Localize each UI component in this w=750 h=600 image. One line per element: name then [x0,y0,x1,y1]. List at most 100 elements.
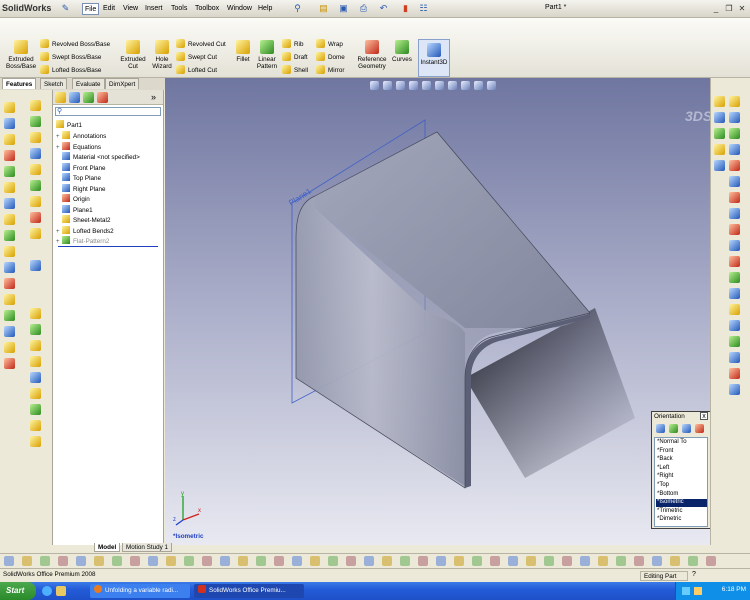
rollback-bar[interactable] [58,246,158,247]
curves-button[interactable]: Curves [390,40,414,63]
closed-corner-icon[interactable] [4,214,15,225]
orientation-item[interactable]: *Dimetric [656,516,707,524]
hole-wizard-button[interactable]: Hole Wizard [150,40,174,70]
selection-filter-icon[interactable] [490,556,500,566]
selection-filter-icon[interactable] [526,556,536,566]
selection-filter-icon[interactable] [94,556,104,566]
options-icon[interactable]: ☷ [418,3,429,14]
selection-filter-icon[interactable] [382,556,392,566]
menu-help[interactable]: Help [256,3,274,15]
chevron-right-icon[interactable]: » [151,92,156,102]
selection-filter-icon[interactable] [166,556,176,566]
selection-filter-icon[interactable] [148,556,158,566]
new-view-icon[interactable] [656,424,665,433]
orientation-item[interactable]: *Front [656,448,707,456]
selection-filter-icon[interactable] [562,556,572,566]
point-icon[interactable] [729,240,740,251]
planar-surface-icon[interactable] [30,420,41,431]
rectangle-icon[interactable] [729,144,740,155]
surface-revolve-icon[interactable] [30,324,41,335]
parting-line-icon[interactable] [30,116,41,127]
graphics-area[interactable]: 3DS Plane1 y x z *Isometric [165,78,710,545]
orientation-item[interactable]: *Left [656,465,707,473]
start-button[interactable]: Start [0,582,36,600]
selection-filter-icon[interactable] [346,556,356,566]
tree-node[interactable]: Plane1 [56,204,93,215]
selection-filter-icon[interactable] [220,556,230,566]
surface-sweep-icon[interactable] [30,340,41,351]
orientation-item[interactable]: *Isometric [656,499,707,507]
mold-tools-icon[interactable] [30,100,41,111]
dome-button[interactable]: Dome [316,52,345,64]
tree-node[interactable]: Right Plane [56,183,106,194]
radiate-surface-icon[interactable] [30,388,41,399]
undo-icon[interactable]: ↶ [378,3,389,14]
flatten-icon[interactable] [4,326,15,337]
minimize-button[interactable]: _ [710,3,722,14]
sketch-pattern-icon[interactable] [729,384,740,395]
shell-button[interactable]: Shell [282,65,308,77]
restore-button[interactable]: ❐ [723,3,735,14]
menu-file[interactable]: File [82,3,100,15]
selection-filter-icon[interactable] [238,556,248,566]
task-browser-window[interactable]: Unfolding a variable radi... [90,584,190,598]
tree-node[interactable]: + Equations [56,141,101,152]
swept-boss-button[interactable]: Swept Boss/Base [40,52,101,64]
print-icon[interactable]: ⎙ [358,3,369,14]
menu-tools[interactable]: Tools [169,3,189,15]
property-manager-tab-icon[interactable] [69,92,80,103]
draft-button[interactable]: Draft [282,52,308,64]
surface-extrude-icon[interactable] [30,308,41,319]
lofted-bend-tool-icon[interactable] [4,278,15,289]
circle-icon[interactable] [729,160,740,171]
rib-button[interactable]: Rib [282,39,303,51]
revolved-boss-button[interactable]: Revolved Boss/Base [40,39,110,51]
trim-entities-icon[interactable] [729,320,740,331]
selection-filter-icon[interactable] [454,556,464,566]
tab-dimxpert[interactable]: DimXpert [105,78,140,89]
lofted-boss-button[interactable]: Lofted Boss/Base [40,65,101,77]
selection-filter-icon[interactable] [544,556,554,566]
selection-filter-icon[interactable] [292,556,302,566]
surface-loft-icon[interactable] [30,356,41,367]
orientation-item[interactable]: *Trimetric [656,508,707,516]
configuration-manager-tab-icon[interactable] [83,92,94,103]
miter-flange-icon[interactable] [4,150,15,161]
knit-surface-icon[interactable] [30,404,41,415]
lofted-cut-button[interactable]: Lofted Cut [176,65,217,77]
feature-manager-tab-icon[interactable] [55,92,66,103]
ruled-surface-icon[interactable] [30,164,41,175]
parting-surface-icon[interactable] [30,148,41,159]
selection-filter-icon[interactable] [472,556,482,566]
mirror-entities-icon[interactable] [729,368,740,379]
selection-filter-icon[interactable] [22,556,32,566]
menu-toolbox[interactable]: Toolbox [193,3,221,15]
edge-flange-icon[interactable] [4,134,15,145]
selection-filter-icon[interactable] [598,556,608,566]
sheet-metal-tool-icon[interactable] [4,102,15,113]
tab-features[interactable]: Features [2,78,37,89]
extend-entities-icon[interactable] [729,336,740,347]
polygon-icon[interactable] [729,256,740,267]
selection-filter-icon[interactable] [4,556,14,566]
tree-node[interactable]: + Lofted Bends2 [56,225,114,236]
no-bends-icon[interactable] [4,342,15,353]
fold-icon[interactable] [4,310,15,321]
selection-filter-icon[interactable] [616,556,626,566]
tree-root-part1[interactable]: Part1 [56,120,82,130]
selection-filter-icon[interactable] [688,556,698,566]
tree-node[interactable]: Origin [56,194,90,204]
centerline-icon[interactable] [729,288,740,299]
selection-filter-icon[interactable] [256,556,266,566]
tree-node[interactable]: Material <not specified> [56,152,140,162]
selection-filter-icon[interactable] [40,556,50,566]
scale-icon[interactable] [30,212,41,223]
tree-node[interactable]: Sheet-Metal2 [56,215,110,225]
selection-filter-icon[interactable] [130,556,140,566]
orientation-close-button[interactable]: x [700,412,708,420]
selection-filter-icon[interactable] [706,556,716,566]
help-icon[interactable]: ? [692,571,696,578]
tab-sketch[interactable]: Sketch [40,78,68,89]
fillet-button[interactable]: Fillet [234,40,252,63]
tab-model[interactable]: Model [94,543,121,552]
